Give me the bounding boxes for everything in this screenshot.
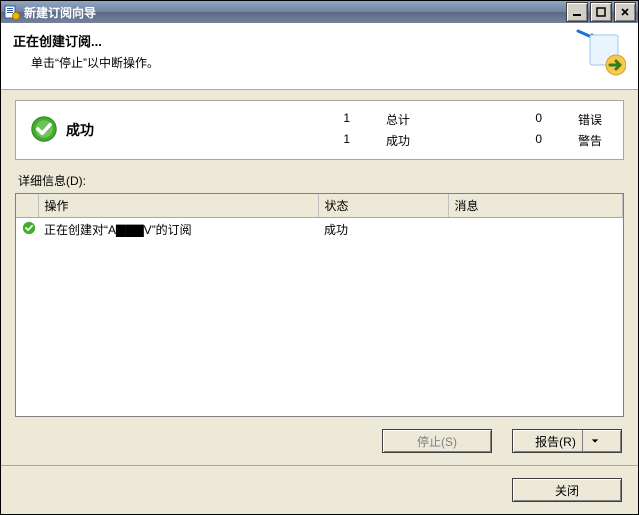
- titlebar: 新建订阅向导: [1, 1, 638, 23]
- wizard-window: 新建订阅向导 正在创建订阅... 单击“停止”以中断操作。: [0, 0, 639, 515]
- row-action: 正在创建对“A▇▇▇V”的订阅: [38, 218, 318, 242]
- error-label: 错误: [578, 111, 638, 128]
- col-status[interactable]: 状态: [318, 194, 448, 218]
- success-icon: [30, 115, 58, 146]
- page-title: 正在创建订阅...: [13, 31, 159, 50]
- total-count: 1: [310, 111, 350, 128]
- row-status: 成功: [318, 218, 448, 242]
- window-title: 新建订阅向导: [24, 4, 566, 21]
- content-area: 成功 1 总计 0 错误 1 成功 0 警告 详细信息(D):: [1, 90, 638, 417]
- table-row[interactable]: 正在创建对“A▇▇▇V”的订阅 成功: [16, 218, 623, 242]
- close-button[interactable]: 关闭: [512, 478, 622, 502]
- wizard-button-row: 停止(S) 报告(R): [1, 417, 638, 466]
- success-count: 1: [310, 132, 350, 149]
- close-button-label: 关闭: [555, 482, 579, 499]
- wizard-page-icon: [576, 29, 626, 80]
- warning-label: 警告: [578, 132, 638, 149]
- window-controls: [566, 2, 636, 22]
- col-message[interactable]: 消息: [448, 194, 623, 218]
- details-table: 操作 状态 消息: [16, 194, 623, 241]
- minimize-button[interactable]: [566, 2, 588, 22]
- page-subtitle: 单击“停止”以中断操作。: [31, 54, 159, 71]
- error-count: 0: [482, 111, 542, 128]
- col-icon[interactable]: [16, 194, 38, 218]
- row-message: [448, 218, 623, 242]
- chevron-down-icon: [582, 430, 599, 452]
- app-icon: [4, 4, 20, 20]
- counts-grid: 1 总计 0 错误 1 成功 0 警告: [310, 111, 638, 149]
- maximize-button[interactable]: [590, 2, 612, 22]
- status-label: 成功: [66, 120, 94, 140]
- report-button-label: 报告(R): [535, 433, 576, 450]
- warning-count: 0: [482, 132, 542, 149]
- stop-button-label: 停止(S): [417, 433, 457, 450]
- wizard-header: 正在创建订阅... 单击“停止”以中断操作。: [1, 23, 638, 90]
- total-label: 总计: [386, 111, 446, 128]
- success-label: 成功: [386, 132, 446, 149]
- row-success-icon: [22, 221, 36, 238]
- stop-button[interactable]: 停止(S): [382, 429, 492, 453]
- summary-panel: 成功 1 总计 0 错误 1 成功 0 警告: [15, 100, 624, 160]
- close-window-button[interactable]: [614, 2, 636, 22]
- details-label: 详细信息(D):: [18, 172, 624, 189]
- dialog-button-row: 关闭: [1, 466, 638, 514]
- details-table-wrap: 操作 状态 消息: [15, 193, 624, 417]
- col-action[interactable]: 操作: [38, 194, 318, 218]
- report-button[interactable]: 报告(R): [512, 429, 622, 453]
